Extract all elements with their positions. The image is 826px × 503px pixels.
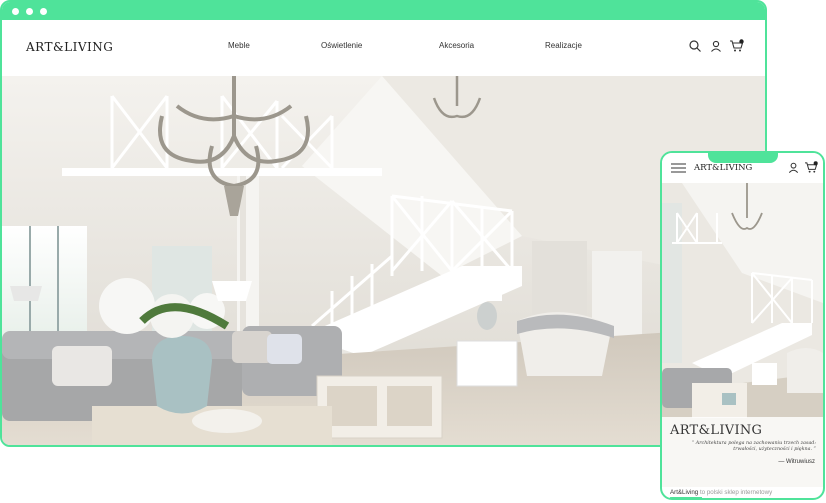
phone-notch	[708, 153, 778, 163]
hero-image	[2, 76, 765, 445]
mobile-hero-image: ART&LIVING “ Architektura polega na zach…	[662, 183, 823, 487]
user-icon[interactable]	[709, 39, 723, 53]
footer-brand[interactable]: Art&Living	[670, 489, 698, 496]
nav-item-akcesoria[interactable]: Akcesoria	[439, 41, 474, 50]
hero-brand-title: ART&LIVING	[670, 423, 763, 438]
window-dot	[26, 8, 33, 15]
hero-quote-author: — Witruwiusz	[778, 459, 815, 465]
nav-item-meble[interactable]: Meble	[228, 41, 250, 50]
mobile-footer-text: Art&Living to polski sklep internetowy	[670, 489, 772, 496]
mobile-phone-frame: ART&LIVING ART&LIVING “ Architektura pol…	[660, 151, 825, 500]
user-icon[interactable]	[787, 161, 800, 174]
footer-description: to polski sklep internetowy	[699, 489, 773, 496]
desktop-browser-window: ART&LIVING Meble Oświetlenie Akcesoria R…	[0, 0, 767, 447]
mobile-logo[interactable]: ART&LIVING	[694, 163, 752, 173]
site-header: ART&LIVING Meble Oświetlenie Akcesoria R…	[2, 20, 765, 76]
cart-icon[interactable]	[729, 39, 744, 53]
footer-underline	[670, 497, 702, 498]
hamburger-menu-icon[interactable]	[671, 162, 686, 174]
site-logo[interactable]: ART&LIVING	[26, 40, 113, 54]
cart-icon[interactable]	[804, 161, 819, 174]
browser-titlebar	[2, 2, 765, 20]
window-dot	[12, 8, 19, 15]
search-icon[interactable]	[688, 39, 702, 53]
nav-item-oswietlenie[interactable]: Oświetlenie	[321, 41, 362, 50]
window-dot	[40, 8, 47, 15]
hero-quote: “ Architektura polega na zachowaniu trze…	[691, 441, 816, 453]
hero-text-overlay: ART&LIVING “ Architektura polega na zach…	[662, 417, 823, 487]
nav-item-realizacje[interactable]: Realizacje	[545, 41, 582, 50]
